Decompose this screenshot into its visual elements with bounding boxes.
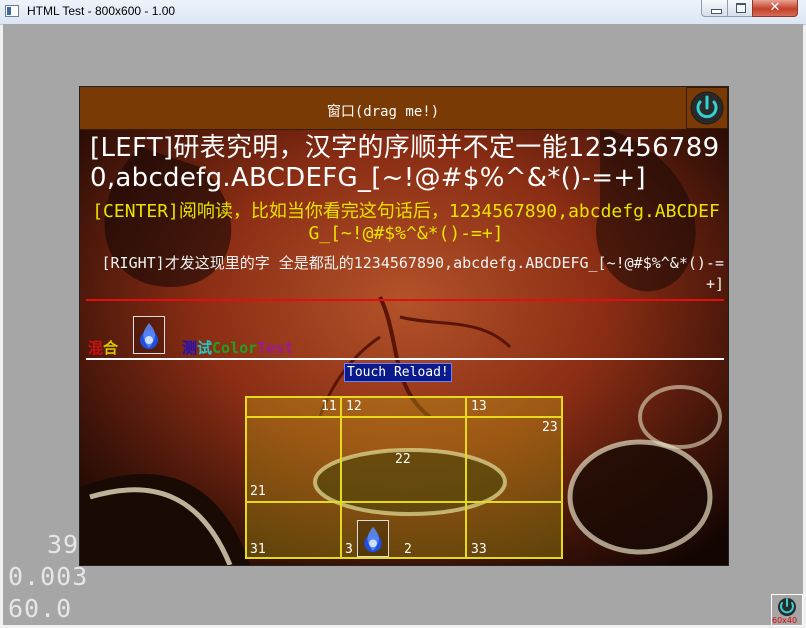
window-titlebar[interactable]: HTML Test - 800x600 - 1.00 ✕ xyxy=(0,0,806,25)
layout-grid: 11 12 13 21 22 23 31 3 2 33 xyxy=(245,396,563,565)
power-icon xyxy=(778,598,796,616)
power-icon xyxy=(690,91,724,125)
app-window-icon xyxy=(5,5,19,17)
corner-size-label: 60x40 xyxy=(772,616,798,625)
grid-label-3: 3 xyxy=(345,542,353,557)
color-word: Color xyxy=(212,339,258,357)
maximize-button[interactable] xyxy=(727,0,753,17)
blue-flame-icon xyxy=(364,526,382,553)
red-divider xyxy=(86,299,724,301)
left-aligned-text: [LEFT]研表究明，汉字的序顺并不定一能1234567890,abcdefg.… xyxy=(90,133,720,193)
panel-header[interactable]: 窗口(drag me!) xyxy=(80,87,686,130)
close-icon: ✕ xyxy=(769,0,781,15)
grid-label-22: 22 xyxy=(395,452,411,467)
panel-title: 窗口(drag me!) xyxy=(326,104,440,120)
grid-label-21: 21 xyxy=(250,484,266,499)
mixed-char-ce: 测 xyxy=(182,339,198,357)
grid-label-11: 11 xyxy=(321,399,337,414)
grid-label-2: 2 xyxy=(404,542,412,557)
grid-label-13: 13 xyxy=(471,399,487,414)
grid-label-23: 23 xyxy=(542,420,558,435)
mixed-char-shi: 试 xyxy=(197,339,213,357)
flame-thumbnail-grid[interactable] xyxy=(357,520,389,557)
test-word: Test xyxy=(257,339,294,357)
center-aligned-text: [CENTER]阅响读，比如当你看完这句话后，1234567890,abcdef… xyxy=(92,201,720,244)
blue-flame-icon xyxy=(140,323,158,349)
minimize-button[interactable] xyxy=(701,0,728,17)
power-button[interactable] xyxy=(686,87,728,129)
mixed-char-he: 合 xyxy=(103,339,119,357)
fps-counter: 39 xyxy=(47,530,80,559)
touch-reload-button[interactable]: Touch Reload! xyxy=(344,363,452,382)
window-title: HTML Test - 800x600 - 1.00 xyxy=(27,4,176,18)
grid-label-33: 33 xyxy=(471,542,487,557)
right-aligned-text: [RIGHT]才发这现里的字 全是都乱的1234567890,abcdefg.A… xyxy=(101,254,724,293)
flame-thumbnail[interactable] xyxy=(133,316,165,354)
grid-label-12: 12 xyxy=(346,399,362,414)
target-fps: 60.0 xyxy=(8,594,73,623)
mixed-color-text: 混合 xyxy=(88,337,118,358)
frame-time: 0.003 xyxy=(8,562,89,591)
white-divider xyxy=(86,358,724,360)
game-panel[interactable]: 窗口(drag me!) [LEFT]研表究明，汉字的序顺并不定一能123456… xyxy=(79,86,729,566)
close-button[interactable]: ✕ xyxy=(752,0,798,17)
grid-label-31: 31 xyxy=(250,542,266,557)
client-area: 窗口(drag me!) [LEFT]研表究明，汉字的序顺并不定一能123456… xyxy=(3,24,803,625)
mixed-char-hun: 混 xyxy=(88,339,104,357)
color-test-text: 测试ColorTest xyxy=(182,337,293,358)
